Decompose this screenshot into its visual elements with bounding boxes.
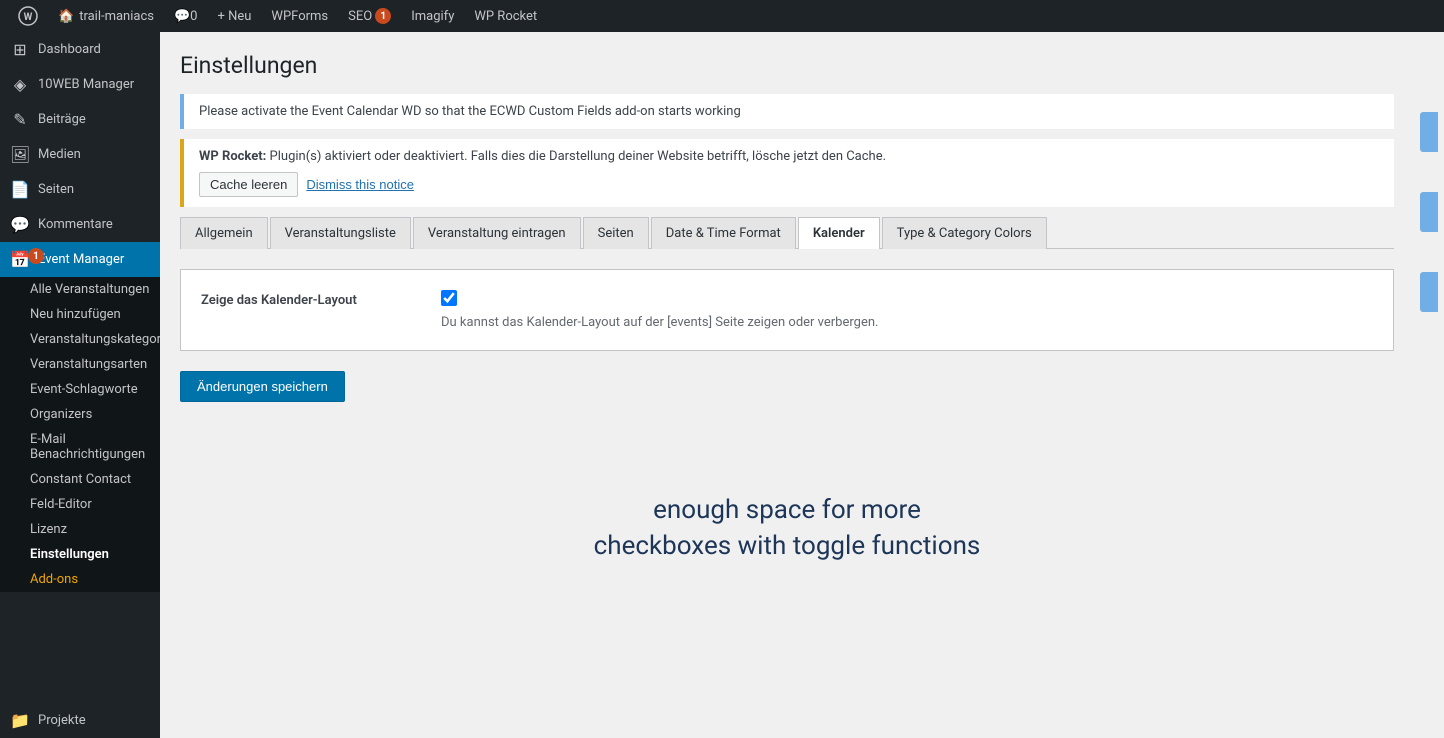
sidebar-submenu: Alle Veranstaltungen Neu hinzufügen Vera… xyxy=(0,277,160,592)
settings-panel: Zeige das Kalender-Layout Du kannst das … xyxy=(180,269,1394,351)
beitraege-icon: ✎ xyxy=(10,110,30,129)
wp-logo[interactable]: W xyxy=(8,0,48,32)
sidebar-item-einstellungen[interactable]: Einstellungen xyxy=(0,542,160,567)
sidebar: ⊞ Dashboard ◈ 10WEB Manager ✎ Beiträge 🖼… xyxy=(0,32,160,738)
dismiss-notice-button[interactable]: Dismiss this notice xyxy=(306,172,414,197)
cache-leeren-button[interactable]: Cache leeren xyxy=(199,172,298,197)
wpforms-label: WPForms xyxy=(271,9,328,24)
seo-label: SEO xyxy=(348,9,372,24)
sidebar-item-kommentare[interactable]: 💬 Kommentare xyxy=(0,207,160,242)
kalender-layout-control: Du kannst das Kalender-Layout auf der [e… xyxy=(441,290,1373,330)
sidebar-item-lizenz[interactable]: Lizenz xyxy=(0,517,160,542)
tab-veranstaltung-eintragen[interactable]: Veranstaltung eintragen xyxy=(413,217,581,249)
notice-buttons: Cache leeren Dismiss this notice xyxy=(199,172,1379,197)
admin-bar-comments[interactable]: 💬 0 xyxy=(164,0,208,32)
admin-bar-new[interactable]: + Neu xyxy=(207,0,261,32)
admin-bar-wprocket[interactable]: WP Rocket xyxy=(464,0,547,32)
right-handle-1[interactable] xyxy=(1420,112,1438,152)
notice-warning: WP Rocket: Plugin(s) aktiviert oder deak… xyxy=(180,139,1394,207)
placeholder-content: enough space for morecheckboxes with tog… xyxy=(180,432,1394,625)
save-button[interactable]: Änderungen speichern xyxy=(180,371,345,402)
sidebar-item-constant[interactable]: Constant Contact xyxy=(0,467,160,492)
new-label: + Neu xyxy=(217,9,251,24)
sidebar-label-kommentare: Kommentare xyxy=(38,217,113,232)
projekte-icon: 📁 xyxy=(10,711,30,730)
settings-row-kalender-layout: Zeige das Kalender-Layout Du kannst das … xyxy=(201,290,1373,330)
sidebar-label-10web: 10WEB Manager xyxy=(38,77,134,92)
main-content: Einstellungen Please activate the Event … xyxy=(160,32,1414,738)
tab-datetime[interactable]: Date & Time Format xyxy=(651,217,796,249)
tabs-nav: Allgemein Veranstaltungsliste Veranstalt… xyxy=(180,217,1394,249)
medien-icon: 🖼 xyxy=(10,145,30,164)
kalender-layout-description: Du kannst das Kalender-Layout auf der [e… xyxy=(441,315,1373,330)
kommentare-icon: 💬 xyxy=(10,215,30,234)
svg-text:W: W xyxy=(24,12,33,23)
event-icon: 📅 xyxy=(10,250,30,269)
sidebar-item-dashboard[interactable]: ⊞ Dashboard xyxy=(0,32,160,67)
dashboard-icon: ⊞ xyxy=(10,40,30,59)
sidebar-item-addons[interactable]: Add-ons xyxy=(0,567,160,592)
imagify-label: Imagify xyxy=(411,9,454,24)
kalender-layout-checkbox[interactable] xyxy=(441,290,457,306)
admin-bar: W 🏠 trail-maniacs 💬 0 + Neu WPForms SEO … xyxy=(0,0,1444,32)
notice-warning-text: WP Rocket: Plugin(s) aktiviert oder deak… xyxy=(199,149,1379,164)
sidebar-item-eventmanager[interactable]: 📅 Event Manager 1 xyxy=(0,242,160,277)
event-badge: 1 xyxy=(28,248,44,264)
sidebar-item-kategorien[interactable]: Veranstaltungskategorien xyxy=(0,327,160,352)
tab-allgemein[interactable]: Allgemein xyxy=(180,217,268,249)
notice-info-text: Please activate the Event Calendar WD so… xyxy=(199,104,741,119)
tab-veranstaltungsliste[interactable]: Veranstaltungsliste xyxy=(270,217,411,249)
sidebar-label-projekte: Projekte xyxy=(38,713,86,728)
sidebar-label-seiten: Seiten xyxy=(38,182,74,197)
admin-bar-site[interactable]: 🏠 trail-maniacs xyxy=(48,0,164,32)
sidebar-item-schlagworte[interactable]: Event-Schlagworte xyxy=(0,377,160,402)
comments-count: 0 xyxy=(190,9,197,24)
right-handle-3[interactable] xyxy=(1420,272,1438,312)
admin-bar-imagify[interactable]: Imagify xyxy=(401,0,464,32)
sidebar-item-medien[interactable]: 🖼 Medien xyxy=(0,137,160,172)
kalender-layout-label: Zeige das Kalender-Layout xyxy=(201,290,421,308)
notice-warning-bold: WP Rocket: xyxy=(199,149,266,164)
sidebar-item-projekte[interactable]: 📁 Projekte xyxy=(0,703,160,738)
sidebar-item-10web[interactable]: ◈ 10WEB Manager xyxy=(0,67,160,102)
sidebar-item-neu[interactable]: Neu hinzufügen xyxy=(0,302,160,327)
right-handle-2[interactable] xyxy=(1420,192,1438,232)
sidebar-label-medien: Medien xyxy=(38,147,81,162)
notice-info: Please activate the Event Calendar WD so… xyxy=(180,94,1394,129)
notice-warning-body: Plugin(s) aktiviert oder deaktiviert. Fa… xyxy=(266,149,886,164)
sidebar-item-feld[interactable]: Feld-Editor xyxy=(0,492,160,517)
sidebar-item-seiten[interactable]: 📄 Seiten xyxy=(0,172,160,207)
sidebar-item-alle[interactable]: Alle Veranstaltungen xyxy=(0,277,160,302)
seiten-icon: 📄 xyxy=(10,180,30,199)
sidebar-item-organizers[interactable]: Organizers xyxy=(0,402,160,427)
tab-typecolors[interactable]: Type & Category Colors xyxy=(882,217,1047,249)
sidebar-item-arten[interactable]: Veranstaltungsarten xyxy=(0,352,160,377)
sidebar-label-dashboard: Dashboard xyxy=(38,42,101,57)
tab-kalender[interactable]: Kalender xyxy=(798,217,880,249)
sidebar-label-eventmanager: Event Manager xyxy=(38,252,124,267)
right-handles xyxy=(1414,32,1444,738)
admin-bar-wpforms[interactable]: WPForms xyxy=(261,0,338,32)
sidebar-label-beitraege: Beiträge xyxy=(38,112,86,127)
seo-badge: 1 xyxy=(375,8,391,24)
sidebar-item-beitraege[interactable]: ✎ Beiträge xyxy=(0,102,160,137)
site-name: trail-maniacs xyxy=(79,9,154,24)
page-title: Einstellungen xyxy=(180,52,1394,79)
10web-icon: ◈ xyxy=(10,75,30,94)
house-icon: 🏠 xyxy=(58,9,74,24)
comment-icon: 💬 xyxy=(174,9,190,24)
wprocket-label: WP Rocket xyxy=(474,9,537,24)
admin-bar-seo[interactable]: SEO 1 xyxy=(338,0,401,32)
tab-seiten[interactable]: Seiten xyxy=(583,217,649,249)
sidebar-item-email[interactable]: E-Mail Benachrichtigungen xyxy=(0,427,160,467)
